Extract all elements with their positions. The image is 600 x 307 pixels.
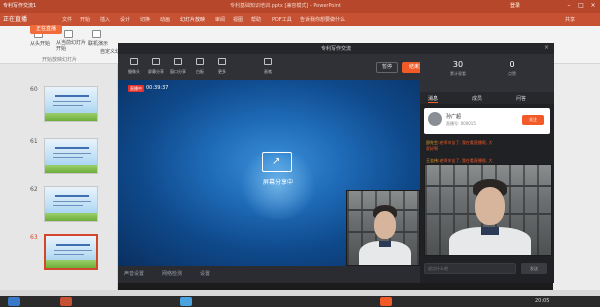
ppt-tab[interactable]: 视图 [233, 16, 243, 23]
stat-label: 累计观看 [450, 71, 466, 76]
side-panel: 30 累计观看 0 点赞 消息 成员 问答 孙广超 直播号: 000015 关注… [420, 54, 554, 283]
ppt-tab[interactable]: 帮助 [251, 16, 261, 23]
pen-button[interactable]: 画笔 [258, 57, 278, 79]
anchor-name: 孙广超 [446, 114, 462, 120]
taskbar: 20:05 [0, 290, 600, 307]
video-controls: 声音设置 网络检测 设置 [118, 266, 420, 283]
overlay-title: 专利写作交流1 [3, 3, 37, 9]
rec-tag: 直播中 [128, 85, 144, 92]
ppt-tab[interactable]: PDF工具 [272, 16, 292, 23]
slide-thumbnail[interactable] [44, 138, 98, 174]
start-icon[interactable] [8, 297, 20, 306]
ppt-tab-slideshow[interactable]: 幻灯片放映 [180, 16, 205, 23]
live-badge: 正在直播 [30, 25, 62, 34]
from-current-button[interactable]: 从当前幻灯片开始 [56, 40, 86, 52]
live-window: 专利写作交流 × 摄像头 屏幕分享 窗口分享 白板 更多 画笔 暂停 结束直播 [118, 43, 554, 283]
settings[interactable]: 设置 [200, 270, 210, 277]
stat-label: 点赞 [508, 71, 516, 76]
screen-share-icon [152, 58, 160, 65]
ppt-tab[interactable]: 审阅 [215, 16, 225, 23]
side-tabs: 消息 成员 问答 [420, 92, 554, 104]
window-share-button[interactable]: 窗口分享 [168, 57, 188, 79]
tab-qa[interactable]: 问答 [516, 95, 526, 102]
anchor-id: 直播号: 000015 [446, 121, 476, 126]
sound-settings[interactable]: 声音设置 [124, 270, 144, 277]
more-icon [218, 58, 226, 65]
ppt-tab[interactable]: 插入 [100, 16, 110, 23]
slide-thumbnail-selected[interactable] [44, 234, 98, 270]
whiteboard-icon [196, 58, 204, 65]
camera-preview-small[interactable] [346, 190, 420, 266]
anchor-card: 孙广超 直播号: 000015 关注 [424, 108, 550, 134]
network-check[interactable]: 网络检测 [162, 270, 182, 277]
toolbar-label: 更多 [218, 69, 226, 74]
ppt-tell-me[interactable]: 告诉我你想要做什么 [300, 16, 345, 23]
ppt-tab[interactable]: 文件 [62, 16, 72, 23]
thumb-number: 62 [30, 186, 38, 193]
camera-preview-large[interactable] [424, 164, 552, 256]
avatar [428, 112, 442, 126]
screen-share-button[interactable]: 屏幕分享 [146, 57, 166, 79]
chat-input[interactable]: 说点什么吧 [424, 263, 516, 274]
ppt-tab[interactable]: 动画 [160, 16, 170, 23]
taskbar-time: 20:05 [535, 298, 550, 304]
toolbar-label: 画笔 [264, 69, 272, 74]
online-present-icon[interactable] [92, 30, 101, 38]
close-icon[interactable]: × [589, 2, 597, 10]
minimize-icon[interactable]: – [565, 2, 573, 10]
pause-button[interactable]: 暂停 [376, 62, 398, 73]
powerpoint-icon[interactable] [60, 297, 72, 306]
live-app-icon[interactable] [380, 297, 392, 306]
ppt-tab[interactable]: 切换 [140, 16, 150, 23]
overlay-live-label: 正在直播 [3, 16, 28, 23]
tab-members[interactable]: 成员 [472, 95, 482, 102]
stat-views: 30 累计观看 [438, 60, 478, 77]
thumb-number: 60 [30, 86, 38, 93]
slide-thumbnail[interactable] [44, 86, 98, 122]
slide-thumbnail[interactable] [44, 186, 98, 222]
ppt-user[interactable]: 登录 [510, 2, 520, 9]
live-window-title: 专利写作交流 [320, 46, 351, 52]
stat-likes: 0 点赞 [492, 60, 532, 77]
rec-time: 00:39:37 [146, 85, 169, 91]
thumb-number: 63 [30, 234, 38, 241]
follow-button[interactable]: 关注 [522, 115, 544, 125]
ppt-status-bar [0, 290, 600, 296]
ppt-titlebar: 专利基础知识培训.pptx [兼容模式] - PowerPoint 登录 – □… [0, 0, 600, 13]
window-icon [174, 58, 182, 65]
whiteboard-button[interactable]: 白板 [190, 57, 210, 79]
browser-icon[interactable] [180, 297, 192, 306]
ppt-tab[interactable]: 设计 [120, 16, 130, 23]
screen: { "overlay": { "title": "专利写作交流1", "live… [0, 0, 600, 307]
stat-value: 0 [509, 60, 515, 69]
tab-messages[interactable]: 消息 [428, 95, 439, 103]
chat-message: 家好啊 [426, 146, 438, 151]
ribbon-group-label: 开始放映幻灯片 [42, 57, 78, 63]
ppt-tab[interactable]: 开始 [80, 16, 90, 23]
maximize-icon[interactable]: □ [577, 2, 585, 10]
slide-thumbnail-pane: 60 61 62 63 [0, 64, 118, 290]
live-titlebar: 专利写作交流 × [118, 43, 554, 54]
pen-icon [264, 58, 272, 65]
ppt-share[interactable]: 共享 [565, 16, 575, 23]
ppt-right-margin [553, 64, 600, 290]
from-start-button[interactable]: 从头开始 [30, 40, 50, 47]
thumb-number: 61 [30, 138, 38, 145]
ppt-doc-title: 专利基础知识培训.pptx [兼容模式] - PowerPoint [230, 3, 341, 9]
close-icon[interactable]: × [544, 44, 549, 51]
more-button[interactable]: 更多 [212, 57, 232, 79]
stats: 30 累计观看 0 点赞 [420, 54, 554, 92]
camera-icon [130, 58, 138, 65]
camera-button[interactable]: 摄像头 [124, 57, 144, 79]
share-status: 屏幕分享中 [262, 179, 293, 186]
screen-share-icon: ↗ [262, 152, 292, 172]
play-current-icon[interactable] [64, 30, 73, 38]
stat-value: 30 [452, 60, 464, 69]
video-stage: 直播中 00:39:37 ↗ 屏幕分享中 [118, 80, 420, 266]
online-present-button[interactable]: 联机演示 [88, 40, 108, 47]
send-button[interactable]: 发送 [521, 263, 547, 274]
ppt-tabs: 文件 开始 插入 设计 切换 动画 幻灯片放映 审阅 视图 帮助 PDF工具 告… [0, 13, 600, 26]
